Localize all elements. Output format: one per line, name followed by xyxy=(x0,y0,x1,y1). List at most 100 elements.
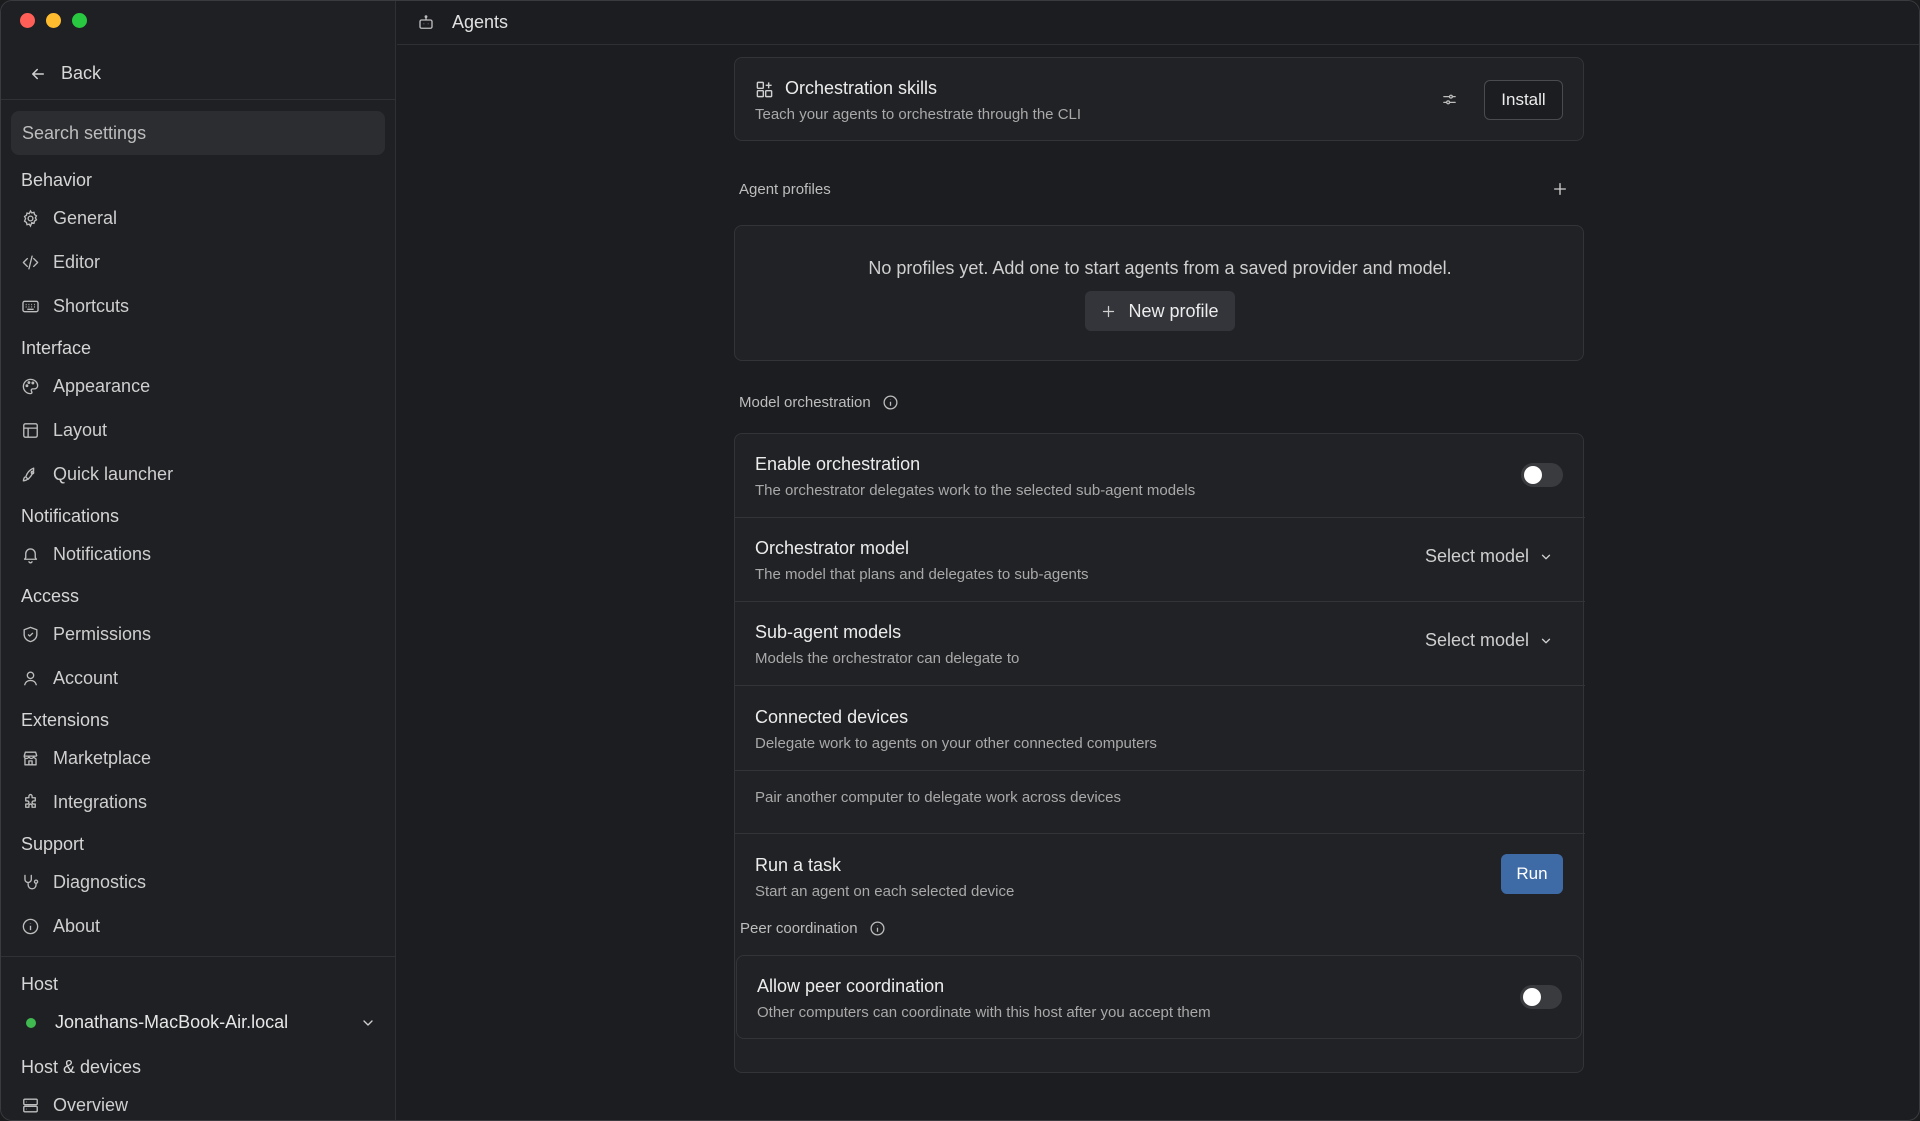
orchestrator-model-title: Orchestrator model xyxy=(755,538,910,558)
sidebar-item-label: Shortcuts xyxy=(53,295,130,316)
enable-orchestration-row: Enable orchestration The orchestrator de… xyxy=(735,434,1585,517)
sidebar-item-quick-launcher[interactable]: Quick launcher xyxy=(21,460,173,488)
sub-agent-models-title: Sub-agent models xyxy=(755,622,902,642)
sidebar-item-appearance[interactable]: Appearance xyxy=(21,372,150,400)
sidebar-item-permissions[interactable]: Permissions xyxy=(21,620,151,648)
app-window: Back Behavior General Editor Shortcuts I… xyxy=(0,0,1920,1121)
section-access: Access xyxy=(21,586,80,606)
info-icon[interactable] xyxy=(882,394,899,411)
info-icon[interactable] xyxy=(869,920,886,937)
chevron-down-icon xyxy=(1541,638,1551,643)
select-label: Select model xyxy=(1424,546,1529,566)
new-profile-label: New profile xyxy=(1128,300,1219,321)
sidebar-item-label: About xyxy=(53,915,101,936)
sidebar-item-editor[interactable]: Editor xyxy=(21,248,100,276)
orchestration-skills-title: Orchestration skills xyxy=(785,78,938,98)
sidebar-item-about[interactable]: About xyxy=(21,912,100,940)
user-icon xyxy=(23,670,38,685)
section-support: Support xyxy=(21,834,85,854)
shield-check-icon xyxy=(23,626,38,642)
host-selector[interactable]: Jonathans-MacBook-Air.local xyxy=(21,1012,376,1033)
zoom-window-button[interactable] xyxy=(72,13,87,28)
sub-agent-models-select[interactable]: Select model xyxy=(1425,630,1553,651)
sidebar-divider xyxy=(1,956,396,957)
page-title: Agents xyxy=(452,12,509,32)
sidebar-item-layout[interactable]: Layout xyxy=(21,416,107,444)
enable-orchestration-subtitle: The orchestrator delegates work to the s… xyxy=(755,482,1196,499)
section-notifications: Notifications xyxy=(21,506,120,526)
sidebar-item-account[interactable]: Account xyxy=(21,664,118,692)
sliders-icon[interactable] xyxy=(1441,91,1458,108)
sidebar-item-label: Editor xyxy=(53,251,101,272)
sidebar-item-label: Marketplace xyxy=(53,747,152,768)
peer-coordination-label: Peer coordination xyxy=(740,920,886,937)
chevron-down-icon xyxy=(1541,554,1551,559)
sub-agent-models-subtitle: Models the orchestrator can delegate to xyxy=(755,650,1020,667)
connected-devices-title: Connected devices xyxy=(755,707,909,727)
agent-profiles-card: No profiles yet. Add one to start agents… xyxy=(734,225,1584,361)
add-profile-icon[interactable] xyxy=(1552,181,1568,197)
sidebar-divider xyxy=(1,99,396,100)
run-task-subtitle: Start an agent on each selected device xyxy=(755,883,1015,900)
allow-peer-title: Allow peer coordination xyxy=(757,976,945,996)
install-button[interactable]: Install xyxy=(1484,80,1563,120)
section-behavior: Behavior xyxy=(21,170,93,190)
pair-device-row: Pair another computer to delegate work a… xyxy=(735,771,1585,833)
new-profile-button[interactable]: New profile xyxy=(1085,291,1235,331)
section-extensions: Extensions xyxy=(21,710,110,730)
host-status-dot xyxy=(26,1017,36,1028)
sidebar-item-shortcuts[interactable]: Shortcuts xyxy=(21,292,129,320)
enable-orchestration-toggle[interactable] xyxy=(1521,463,1563,487)
sidebar-item-label: Account xyxy=(53,667,119,688)
window-controls xyxy=(20,13,87,28)
header: Agents xyxy=(397,1,1919,45)
rocket-icon xyxy=(22,466,35,482)
sidebar-item-label: Layout xyxy=(53,419,108,440)
orchestrator-model-row: Orchestrator model The model that plans … xyxy=(735,518,1585,601)
pair-device-text: Pair another computer to delegate work a… xyxy=(755,789,1122,806)
store-icon xyxy=(23,750,38,766)
sidebar-item-notifications[interactable]: Notifications xyxy=(21,540,151,568)
connected-devices-subtitle: Delegate work to agents on your other co… xyxy=(755,735,1157,752)
host-name: Jonathans-MacBook-Air.local xyxy=(55,1012,289,1032)
run-task-title: Run a task xyxy=(755,855,842,875)
orchestration-skills-subtitle: Teach your agents to orchestrate through… xyxy=(755,106,1082,123)
model-orchestration-label-text: Model orchestration xyxy=(739,394,871,411)
allow-peer-toggle[interactable] xyxy=(1520,985,1562,1009)
grid-plus-icon xyxy=(756,81,773,98)
keyboard-icon xyxy=(22,300,39,312)
orchestrator-model-select[interactable]: Select model xyxy=(1425,546,1553,567)
stethoscope-icon xyxy=(24,874,39,889)
sidebar-item-diagnostics[interactable]: Diagnostics xyxy=(21,868,146,896)
minimize-window-button[interactable] xyxy=(46,13,61,28)
agent-profiles-label: Agent profiles xyxy=(739,181,831,198)
sidebar-item-label: Overview xyxy=(53,1094,129,1115)
sidebar-item-integrations[interactable]: Integrations xyxy=(21,788,147,816)
sub-agent-models-row: Sub-agent models Models the orchestrator… xyxy=(735,602,1585,685)
sidebar-item-label: General xyxy=(53,207,118,228)
close-window-button[interactable] xyxy=(20,13,35,28)
chevron-down-icon xyxy=(363,1019,373,1026)
section-interface: Interface xyxy=(21,338,92,358)
sidebar: Back Behavior General Editor Shortcuts I… xyxy=(1,1,396,1120)
back-button[interactable]: Back xyxy=(29,63,101,84)
sidebar-item-label: Appearance xyxy=(53,375,151,396)
agent-profiles-label-text: Agent profiles xyxy=(739,181,831,198)
peer-coordination-card: Allow peer coordination Other computers … xyxy=(736,955,1582,1039)
back-label: Back xyxy=(61,63,102,83)
robot-icon xyxy=(419,14,433,29)
sidebar-item-overview[interactable]: Overview xyxy=(21,1091,128,1119)
sidebar-item-label: Quick launcher xyxy=(53,463,174,484)
orchestration-skills-card: Orchestration skills Teach your agents t… xyxy=(734,57,1584,141)
model-orchestration-card: Enable orchestration The orchestrator de… xyxy=(734,433,1585,1073)
orchestrator-model-subtitle: The model that plans and delegates to su… xyxy=(755,566,1089,583)
search-input[interactable] xyxy=(11,111,385,155)
run-button[interactable]: Run xyxy=(1501,854,1563,894)
run-task-row: Run a task Start an agent on each select… xyxy=(735,834,1585,917)
sidebar-item-label: Diagnostics xyxy=(53,871,147,892)
server-icon xyxy=(23,1097,38,1113)
bell-icon xyxy=(23,547,38,563)
sidebar-item-general[interactable]: General xyxy=(21,204,117,232)
sidebar-item-marketplace[interactable]: Marketplace xyxy=(21,744,151,772)
allow-peer-subtitle: Other computers can coordinate with this… xyxy=(757,1004,1211,1021)
